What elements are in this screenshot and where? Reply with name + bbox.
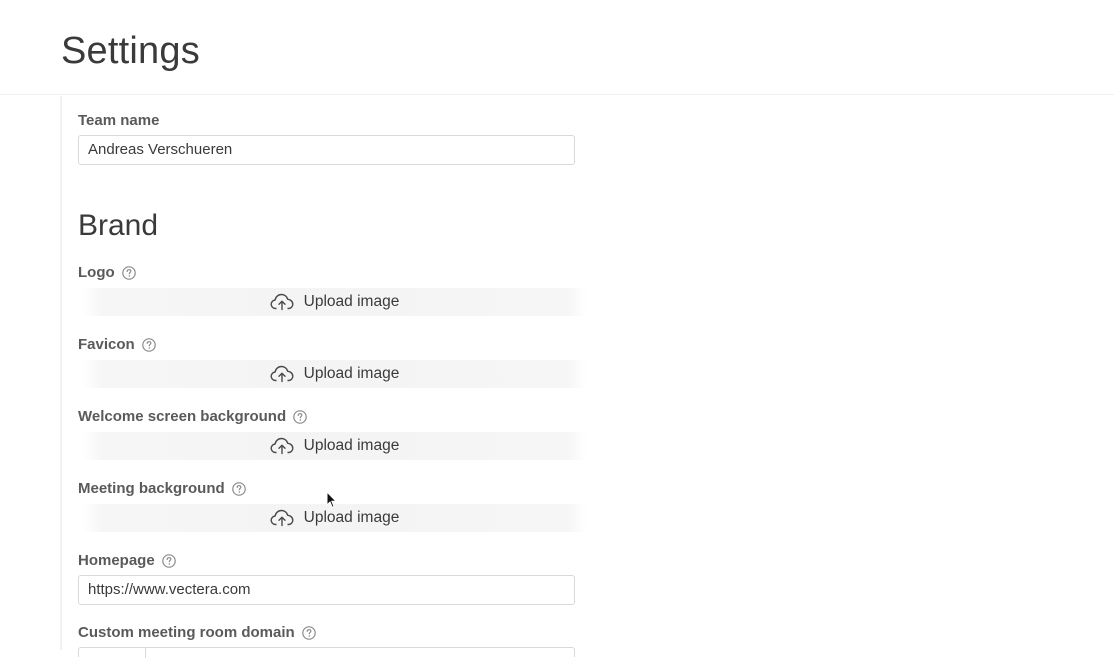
logo-upload-label: Upload image: [303, 293, 400, 310]
custom-domain-input[interactable]: [78, 647, 575, 658]
cloud-upload-icon: [270, 437, 294, 455]
cloud-upload-icon: [270, 365, 294, 383]
favicon-label: Favicon: [78, 336, 156, 354]
page-header: Settings: [0, 0, 1114, 95]
team-name-label-text: Team name: [78, 112, 160, 129]
favicon-upload-button[interactable]: Upload image: [82, 360, 587, 388]
homepage-input[interactable]: https://www.vectera.com: [78, 575, 575, 605]
brand-section-title: Brand: [78, 209, 159, 242]
meeting-background-label-text: Meeting background: [78, 480, 225, 497]
meeting-background-label: Meeting background: [78, 480, 246, 498]
question-circle-icon[interactable]: [301, 626, 316, 640]
welcome-background-label: Welcome screen background: [78, 408, 307, 426]
team-name-label: Team name: [78, 112, 159, 130]
welcome-background-upload-button[interactable]: Upload image: [82, 432, 587, 460]
settings-form: Team name Andreas Verschueren Brand Logo…: [60, 96, 1114, 658]
favicon-upload-label: Upload image: [303, 365, 400, 382]
logo-label: Logo: [78, 264, 136, 282]
logo-upload-button[interactable]: Upload image: [82, 288, 587, 316]
question-circle-icon[interactable]: [121, 266, 136, 280]
welcome-background-label-text: Welcome screen background: [78, 408, 287, 425]
cloud-upload-icon: [270, 509, 294, 527]
team-name-input[interactable]: Andreas Verschueren: [78, 135, 575, 165]
homepage-label: Homepage: [78, 552, 176, 570]
favicon-label-text: Favicon: [78, 336, 135, 353]
homepage-label-text: Homepage: [78, 552, 155, 569]
custom-domain-label-text: Custom meeting room domain: [78, 624, 295, 641]
welcome-background-upload-label: Upload image: [303, 437, 400, 454]
meeting-background-upload-label: Upload image: [303, 509, 400, 526]
page-title: Settings: [61, 30, 200, 72]
question-circle-icon[interactable]: [293, 410, 307, 424]
logo-label-text: Logo: [78, 264, 115, 281]
question-circle-icon[interactable]: [231, 482, 246, 496]
custom-domain-label: Custom meeting room domain: [78, 624, 316, 642]
question-circle-icon[interactable]: [141, 338, 156, 352]
cloud-upload-icon: [270, 293, 294, 311]
question-circle-icon[interactable]: [161, 554, 176, 568]
mouse-cursor-icon: [326, 491, 338, 508]
